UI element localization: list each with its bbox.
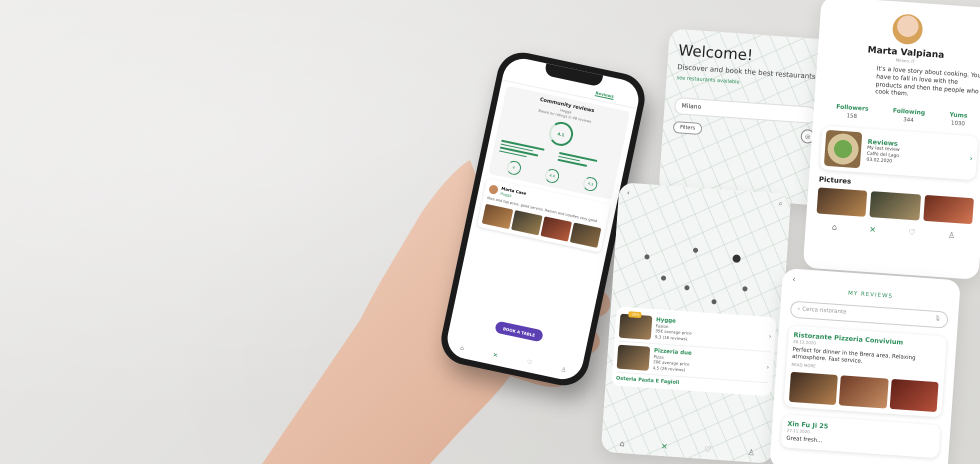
stat-following[interactable]: Following 344 <box>892 107 926 125</box>
search-icon[interactable]: ⌕ <box>778 199 782 208</box>
phone-tab-1[interactable] <box>527 76 528 82</box>
gallery-photo[interactable] <box>816 187 868 217</box>
chevron-right-icon[interactable]: › <box>766 364 769 371</box>
back-icon[interactable]: ‹ <box>627 189 630 198</box>
review-photo[interactable] <box>839 375 889 409</box>
review-photo[interactable] <box>540 215 573 242</box>
heart-icon[interactable]: ♡ <box>526 359 533 367</box>
review-photo[interactable] <box>569 222 602 248</box>
review-pictures <box>788 371 939 412</box>
my-reviews-card: ‹ MY REVIEWS ⌕ Cerca ristorante 🎙︎ Risto… <box>769 268 961 464</box>
main-score: 4.1 <box>557 130 566 138</box>
filters-button[interactable]: Filters <box>672 121 703 136</box>
bottom-nav: ⌂ ✕ ♡ ♙ <box>815 222 971 242</box>
phone-tab-reviews[interactable]: Reviews <box>594 90 615 100</box>
profile-bio: It's a love story about cooking. You hav… <box>874 65 980 98</box>
review-item[interactable]: Xin Fu Ji 25 27.11.2020 Great fresh... <box>780 414 941 459</box>
welcome-card: Welcome! Discover and book the best rest… <box>658 28 832 206</box>
chevron-right-icon[interactable]: › <box>969 154 973 163</box>
home-icon[interactable]: ⌂ <box>832 223 838 232</box>
heart-icon[interactable]: ♡ <box>908 228 916 237</box>
search-input[interactable]: ⌕ Cerca ristorante 🎙︎ <box>789 300 949 329</box>
review-photo <box>823 130 863 169</box>
gallery-photo[interactable] <box>869 191 921 221</box>
restaurant-photo <box>616 344 651 371</box>
city-input[interactable]: Milano <box>674 97 817 125</box>
review-item[interactable]: Ristorante Pizzeria Convivium 26.12.2020… <box>783 325 947 418</box>
mockup-stage: Reviews Community reviews Hugga Based on… <box>0 0 980 464</box>
stat-yums[interactable]: Yums 1030 <box>949 111 968 128</box>
heart-icon[interactable]: ♡ <box>704 445 712 454</box>
sub-score-ring: 4.4 <box>543 167 561 185</box>
stat-value: 1030 <box>950 120 966 128</box>
user-icon[interactable]: ♙ <box>747 448 755 457</box>
pictures-row <box>816 187 974 225</box>
my-reviews-title: MY REVIEWS <box>847 290 894 300</box>
stat-label: Followers <box>835 103 869 113</box>
map-list-card: ‹ ⌕ -20% Hygge Fusion 35€ average price … <box>600 182 792 464</box>
home-icon[interactable]: ⌂ <box>619 439 625 448</box>
cutlery-icon[interactable]: ✕ <box>661 442 668 451</box>
back-icon[interactable]: ‹ <box>792 275 796 284</box>
discount-badge: -20% <box>628 311 642 319</box>
user-icon[interactable]: ♙ <box>560 366 567 374</box>
restaurant-list: -20% Hygge Fusion 35€ average price 9,3 … <box>611 306 777 397</box>
sub-score-ring: 4 <box>505 159 522 177</box>
stat-label: Following <box>892 107 926 117</box>
book-table-button[interactable]: BOOK A TABLE <box>494 320 544 343</box>
review-photo[interactable] <box>511 209 543 235</box>
avatar <box>891 13 924 46</box>
stat-value: 158 <box>846 113 858 121</box>
phone-tab-2[interactable] <box>561 83 562 89</box>
search-placeholder: Cerca ristorante <box>801 306 847 316</box>
chevron-right-icon[interactable]: › <box>769 333 772 340</box>
review-photo[interactable] <box>481 203 514 229</box>
gallery-photo[interactable] <box>922 195 974 225</box>
home-icon[interactable]: ⌂ <box>459 345 464 353</box>
filter-row: Filters ◎ <box>672 120 816 144</box>
profile-stats: Followers 158 Following 344 Yums 1030 <box>823 103 980 129</box>
cutlery-icon[interactable]: ✕ <box>492 352 498 360</box>
cutlery-icon[interactable]: ✕ <box>869 225 876 234</box>
sub-score-ring: 4.3 <box>582 175 599 193</box>
reviews-summary[interactable]: Reviews My last review Caffè del Lago 03… <box>819 125 979 181</box>
user-icon[interactable]: ♙ <box>948 231 956 240</box>
profile-card: Marta Valpiana Milano, IT It's a love st… <box>802 0 980 280</box>
stat-value: 344 <box>902 117 914 125</box>
stat-followers[interactable]: Followers 158 <box>835 103 869 121</box>
stat-label: Yums <box>949 111 968 120</box>
review-photo[interactable] <box>889 378 939 412</box>
microphone-icon[interactable]: 🎙︎ <box>934 316 941 323</box>
avatar <box>488 183 499 195</box>
review-photo[interactable] <box>788 371 839 405</box>
main-score-ring: 4.1 <box>546 119 576 149</box>
